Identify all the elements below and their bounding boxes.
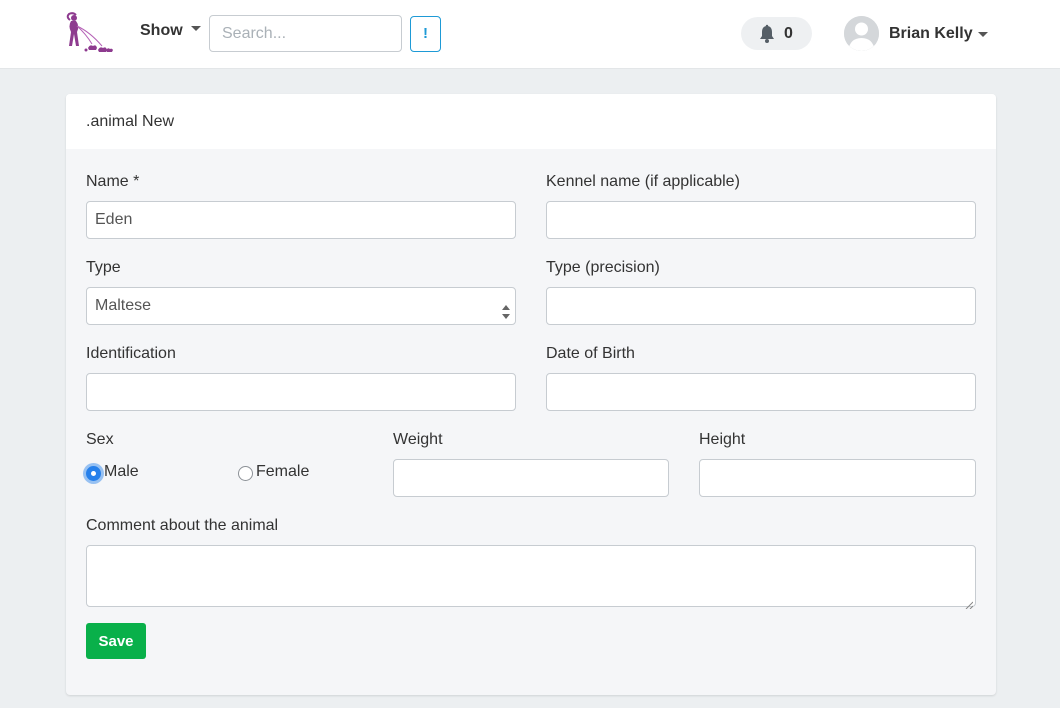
new-animal-card: .animal New Name * Kennel name (if appli… bbox=[66, 94, 996, 695]
type-select-value: Maltese bbox=[95, 297, 152, 314]
radio-checked-icon bbox=[86, 466, 101, 481]
top-navbar: Show ! 0 Brian Kelly bbox=[0, 0, 1060, 69]
weight-label: Weight bbox=[393, 431, 443, 448]
bell-icon bbox=[757, 24, 777, 44]
user-avatar-icon bbox=[844, 16, 879, 51]
kennel-name-input[interactable] bbox=[546, 201, 976, 239]
height-label: Height bbox=[699, 431, 746, 448]
sex-option-label: Female bbox=[256, 463, 310, 480]
date-of-birth-input[interactable] bbox=[546, 373, 976, 411]
save-button[interactable]: Save bbox=[86, 623, 146, 659]
sex-option-label: Male bbox=[104, 463, 139, 480]
type-precision-input[interactable] bbox=[546, 287, 976, 325]
dog-walker-logo-icon[interactable] bbox=[64, 12, 116, 56]
type-precision-label: Type (precision) bbox=[546, 259, 660, 276]
card-title: .animal New bbox=[66, 94, 996, 149]
date-of-birth-label: Date of Birth bbox=[546, 345, 635, 362]
sex-label: Sex bbox=[86, 431, 114, 448]
kennel-name-label: Kennel name (if applicable) bbox=[546, 173, 740, 190]
name-label: Name * bbox=[86, 173, 140, 190]
notification-count: 0 bbox=[784, 25, 793, 42]
chevron-down-icon bbox=[190, 26, 201, 32]
identification-label: Identification bbox=[86, 345, 176, 362]
search-input[interactable] bbox=[209, 15, 402, 52]
identification-input[interactable] bbox=[86, 373, 516, 411]
sex-radio-female[interactable]: Female bbox=[238, 463, 328, 483]
comment-label: Comment about the animal bbox=[86, 517, 279, 534]
comment-textarea[interactable] bbox=[86, 545, 976, 610]
user-name: Brian Kelly bbox=[889, 25, 973, 42]
select-arrows-icon bbox=[502, 298, 510, 319]
radio-unchecked-icon bbox=[238, 466, 253, 481]
height-input[interactable] bbox=[699, 459, 976, 497]
alert-button[interactable]: ! bbox=[410, 16, 441, 52]
type-label: Type bbox=[86, 259, 121, 276]
notifications-button[interactable]: 0 bbox=[741, 17, 812, 50]
name-input[interactable] bbox=[86, 201, 516, 239]
show-dropdown-label: Show bbox=[140, 22, 183, 39]
type-select[interactable]: Maltese bbox=[86, 287, 516, 325]
weight-input[interactable] bbox=[393, 459, 669, 497]
show-dropdown[interactable]: Show bbox=[140, 22, 201, 40]
sex-radio-male[interactable]: Male bbox=[86, 463, 166, 483]
chevron-down-icon bbox=[978, 32, 988, 37]
resize-grip-icon[interactable] bbox=[965, 596, 974, 610]
